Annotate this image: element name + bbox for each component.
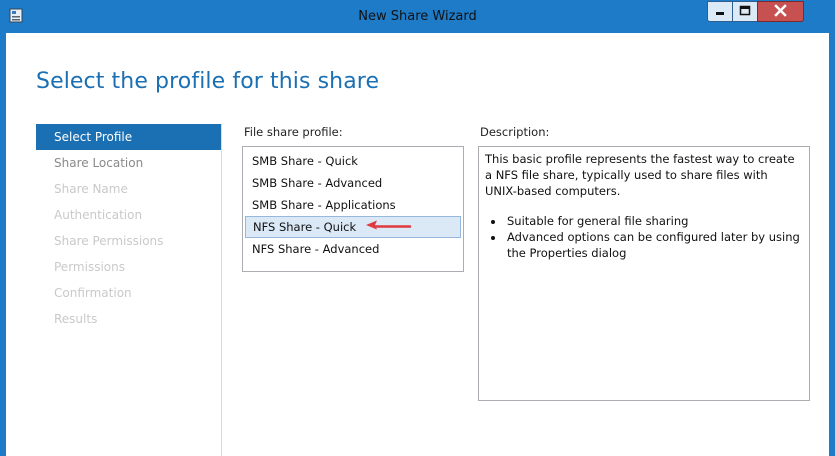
profile-item-smb-share-quick[interactable]: SMB Share - Quick bbox=[245, 150, 461, 172]
nav-item-authentication: Authentication bbox=[54, 208, 143, 222]
minimize-icon bbox=[716, 12, 724, 15]
description-text: This basic profile represents the fastes… bbox=[485, 152, 795, 198]
maximize-button[interactable] bbox=[732, 1, 758, 22]
nav-item-results: Results bbox=[54, 312, 98, 326]
description-bullets: Suitable for general file sharingAdvance… bbox=[485, 213, 803, 261]
new-share-wizard-window: New Share Wizard Select the profile for … bbox=[0, 0, 835, 456]
nav-item-permissions: Permissions bbox=[54, 260, 125, 274]
description-bullet: Advanced options can be configured later… bbox=[505, 229, 803, 261]
description-label: Description: bbox=[480, 125, 550, 139]
nav-item-select-profile[interactable]: Select Profile bbox=[36, 124, 221, 150]
profile-item-smb-share-applications[interactable]: SMB Share - Applications bbox=[245, 194, 461, 216]
nav-item-share-permissions: Share Permissions bbox=[54, 234, 164, 248]
nav-divider bbox=[221, 124, 222, 456]
profile-item-nfs-share-quick[interactable]: NFS Share - Quick bbox=[245, 216, 461, 238]
description-box: This basic profile represents the fastes… bbox=[478, 146, 810, 401]
description-bullet: Suitable for general file sharing bbox=[505, 213, 803, 229]
nav-item-confirmation: Confirmation bbox=[54, 286, 132, 300]
wizard-content: Select the profile for this share Select… bbox=[6, 33, 829, 456]
close-button[interactable] bbox=[757, 1, 804, 22]
file-share-profile-label: File share profile: bbox=[244, 125, 343, 139]
close-icon bbox=[774, 4, 787, 17]
maximize-icon bbox=[739, 5, 751, 16]
profile-item-nfs-share-advanced[interactable]: NFS Share - Advanced bbox=[245, 238, 461, 260]
nav-item-share-name: Share Name bbox=[54, 182, 128, 196]
wizard-nav: Select Profile Share Location Share Name Au… bbox=[36, 124, 221, 332]
title-bar[interactable]: New Share Wizard bbox=[0, 0, 835, 33]
minimize-button[interactable] bbox=[707, 1, 733, 22]
file-share-profile-list[interactable]: SMB Share - Quick SMB Share - Advanced SMB… bbox=[242, 146, 464, 272]
page-title: Select the profile for this share bbox=[36, 69, 380, 94]
profile-item-smb-share-advanced[interactable]: SMB Share - Advanced bbox=[245, 172, 461, 194]
nav-item-share-location[interactable]: Share Location bbox=[36, 150, 221, 176]
red-arrow-annotation bbox=[366, 220, 412, 230]
